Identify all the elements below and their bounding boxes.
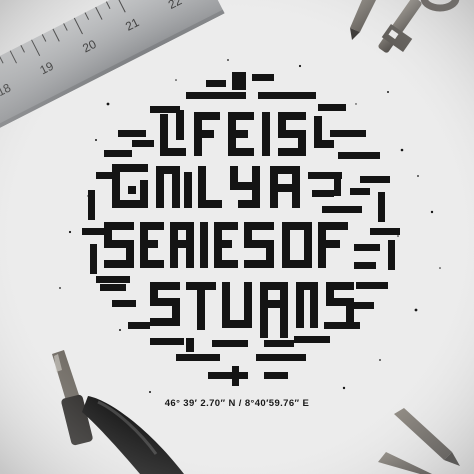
coordinates-caption: 46° 39′ 2.70″ N / 8°40′59.76″ E: [164, 398, 310, 409]
